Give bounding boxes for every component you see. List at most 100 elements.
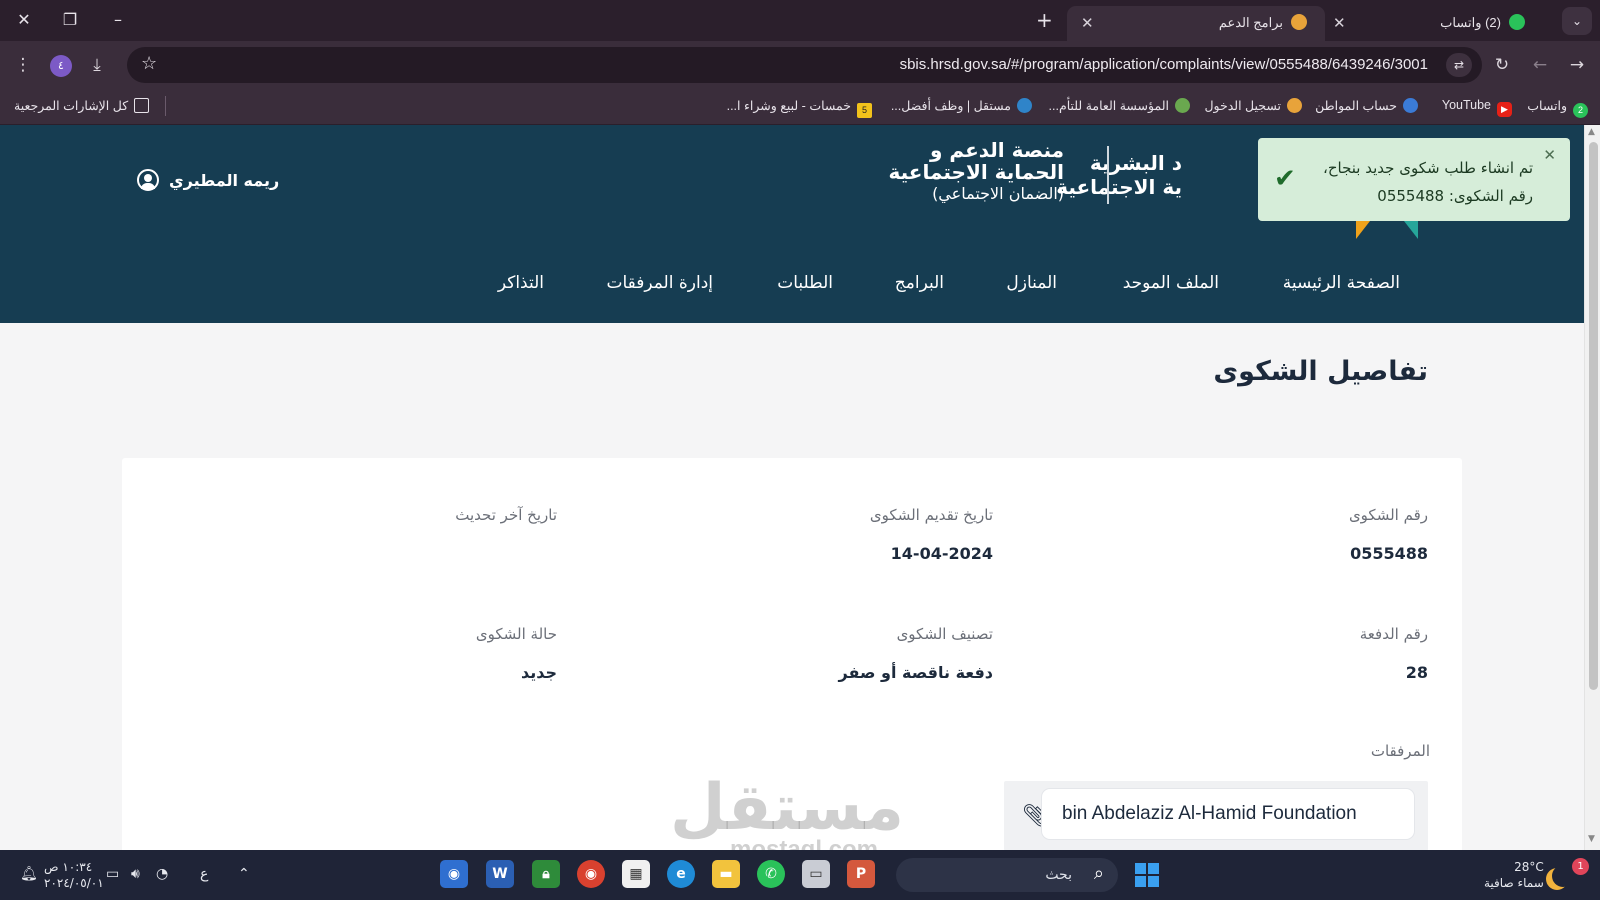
bookmark-khamsat[interactable]: 5 خمسات - لبيع وشراء ا... bbox=[727, 98, 872, 118]
success-toast: ✕ تم انشاء طلب شكوى جديد بنجاح، رقم الشك… bbox=[1258, 138, 1570, 221]
program-favicon-icon bbox=[1291, 14, 1307, 30]
nav-attachments-management[interactable]: إدارة المرفقات bbox=[606, 273, 713, 293]
weather-temperature: 28°C bbox=[1514, 860, 1544, 874]
tray-chevron-up-icon[interactable]: ⌃ bbox=[238, 866, 250, 882]
taskbar-search[interactable]: ⌕ بحث bbox=[896, 858, 1118, 892]
field-last-update: تاريخ آخر تحديث bbox=[455, 506, 557, 544]
app-pre-icon[interactable]: P bbox=[847, 860, 875, 888]
nav-home[interactable]: الصفحة الرئيسية bbox=[1283, 273, 1400, 293]
tab-support-programs[interactable]: ✕ برامج الدعم bbox=[1067, 6, 1325, 41]
scroll-down-icon[interactable]: ▼ bbox=[1588, 834, 1595, 844]
nav-tickets[interactable]: التذاكر bbox=[498, 273, 544, 293]
bookmark-label: واتساب bbox=[1527, 99, 1567, 113]
field-value: 14-04-2024 bbox=[890, 544, 993, 563]
whatsapp-taskbar-icon[interactable]: ✆ bbox=[757, 860, 785, 888]
address-bar[interactable]: ☆ sbis.hrsd.gov.sa/#/program/application… bbox=[127, 47, 1482, 83]
nav-programs[interactable]: البرامج bbox=[895, 273, 944, 293]
field-value: 0555488 bbox=[1350, 544, 1428, 563]
back-arrow-icon[interactable]: ← bbox=[1527, 53, 1553, 77]
bookmark-label: مستقل | وظف أفضل... bbox=[890, 99, 1011, 113]
download-icon[interactable]: ⤓ bbox=[84, 53, 110, 77]
attachment-item[interactable]: bin Abdelaziz Al-Hamid Foundation bbox=[1042, 789, 1414, 839]
edge-icon[interactable]: e bbox=[667, 860, 695, 888]
nav-households[interactable]: المنازل bbox=[1006, 273, 1057, 293]
store-icon[interactable]: ▦ bbox=[622, 860, 650, 888]
browser-toolbar: ⋮ ٤ ⤓ ☆ sbis.hrsd.gov.sa/#/program/appli… bbox=[0, 41, 1600, 89]
bookmark-all-bookmarks[interactable]: كل الإشارات المرجعية bbox=[14, 98, 150, 113]
field-label: حالة الشكوى bbox=[475, 625, 557, 643]
url-text[interactable]: sbis.hrsd.gov.sa/#/program/application/c… bbox=[900, 56, 1428, 73]
platform-name-line2: الحماية الاجتماعية bbox=[888, 160, 1065, 184]
user-name: ريمه المطيري bbox=[169, 170, 280, 190]
field-value: جديد bbox=[520, 663, 557, 682]
new-tab-button[interactable]: + bbox=[1036, 8, 1053, 32]
platform-name[interactable]: منصة الدعم و الحماية الاجتماعية (الضمان … bbox=[889, 139, 1065, 205]
site-settings-icon[interactable]: ⇄ bbox=[1446, 53, 1472, 77]
bookmark-citizen-account[interactable]: حساب المواطن bbox=[1315, 98, 1418, 113]
tab-whatsapp[interactable]: ✕ (2) واتساب bbox=[1325, 6, 1535, 41]
bookmark-gosi[interactable]: المؤسسة العامة للتأم... bbox=[1049, 98, 1190, 113]
attachment-name[interactable]: bin Abdelaziz Al-Hamid Foundation bbox=[1062, 803, 1357, 825]
field-payment-number: رقم الدفعة 28 bbox=[1360, 625, 1428, 682]
windows-taskbar: 🔔︎ ١٠:٣٤ ص ٢٠٢٤/٠٥/٠١ ▭ 🔊︎ ◔ ع ⌃ ◉ W 🔒︎ … bbox=[0, 850, 1600, 900]
wifi-icon[interactable]: ◔ bbox=[156, 866, 168, 882]
reload-icon[interactable]: ↻ bbox=[1489, 53, 1515, 77]
bookmark-whatsapp[interactable]: 2 واتساب bbox=[1527, 98, 1588, 118]
toast-message-line1: تم انشاء طلب شكوى جديد بنجاح، bbox=[1323, 159, 1533, 177]
check-icon: ✔ bbox=[1274, 164, 1296, 194]
toast-close-icon[interactable]: ✕ bbox=[1543, 146, 1556, 164]
nav-requests[interactable]: الطلبات bbox=[777, 273, 833, 293]
platform-name-line3: (الضمان الاجتماعي) bbox=[932, 184, 1064, 203]
task-view-icon[interactable]: ▭ bbox=[802, 860, 830, 888]
word-icon[interactable]: W bbox=[486, 860, 514, 888]
moon-weather-icon bbox=[1552, 865, 1574, 887]
volume-icon[interactable]: 🔊︎ bbox=[131, 866, 140, 882]
bookmark-star-icon[interactable]: ☆ bbox=[141, 53, 157, 74]
bookmark-login[interactable]: تسجيل الدخول bbox=[1204, 98, 1302, 113]
window-restore-icon[interactable]: ❐ bbox=[54, 7, 86, 33]
scroll-up-icon[interactable]: ▲ bbox=[1588, 127, 1595, 137]
bookmark-mostaql[interactable]: مستقل | وظف أفضل... bbox=[891, 98, 1032, 113]
field-complaint-status: حالة الشكوى جديد bbox=[476, 625, 557, 682]
profile-avatar[interactable]: ٤ bbox=[50, 55, 72, 77]
clock-time: ١٠:٣٤ ص bbox=[44, 860, 93, 874]
input-language[interactable]: ع bbox=[200, 866, 208, 882]
widget-notification-badge: 1 bbox=[1572, 858, 1589, 875]
bookmark-label: YouTube bbox=[1441, 98, 1491, 112]
field-complaint-number: رقم الشكوى 0555488 bbox=[1349, 506, 1428, 563]
file-explorer-icon[interactable]: ▬ bbox=[712, 860, 740, 888]
bookmarks-bar: 2 واتساب ▶ YouTube حساب المواطن تسجيل الدخ… bbox=[0, 89, 1600, 125]
gosi-icon bbox=[1175, 98, 1190, 113]
tab-close-icon[interactable]: ✕ bbox=[1333, 14, 1346, 32]
platform-name-line1: منصة الدعم و bbox=[929, 138, 1064, 162]
scrollbar-thumb[interactable] bbox=[1589, 142, 1598, 690]
field-label: تصنيف الشكوى bbox=[896, 625, 993, 643]
notification-bell-icon[interactable]: 🔔︎ bbox=[20, 866, 38, 882]
watermark-main-text: مستقل bbox=[669, 771, 904, 845]
browser-tab-strip: ✕ ❐ – + ✕ برامج الدعم ✕ (2) واتساب ⌄ bbox=[0, 0, 1600, 41]
tab-search-chevron-icon[interactable]: ⌄ bbox=[1562, 7, 1592, 35]
page-scrollbar[interactable]: ▲ ▼ bbox=[1584, 125, 1600, 850]
windows-start-icon[interactable] bbox=[1135, 863, 1159, 887]
toast-message: تم انشاء طلب شكوى جديد بنجاح، رقم الشكوى… bbox=[1323, 154, 1533, 210]
window-minimize-icon[interactable]: – bbox=[102, 7, 134, 33]
field-label: تاريخ آخر تحديث bbox=[455, 506, 557, 524]
logo-teal-shape bbox=[1404, 221, 1418, 239]
tab-title: (2) واتساب bbox=[1440, 15, 1501, 30]
brand-divider bbox=[1107, 146, 1109, 204]
menu-kebab-icon[interactable]: ⋮ bbox=[10, 53, 36, 77]
user-menu[interactable]: ريمه المطيري bbox=[137, 169, 279, 191]
chrome-icon[interactable]: ◉ bbox=[577, 860, 605, 888]
weather-widget[interactable]: 28°C سماء صافية bbox=[1484, 859, 1544, 891]
bookmark-youtube[interactable]: ▶ YouTube bbox=[1442, 98, 1512, 117]
bookmark-label: خمسات - لبيع وشراء ا... bbox=[726, 99, 851, 113]
chrome-profile-taskbar-icon[interactable]: ◉ bbox=[440, 860, 468, 888]
tab-close-icon[interactable]: ✕ bbox=[1081, 14, 1094, 32]
lock-app-icon[interactable]: 🔒︎ bbox=[532, 860, 560, 888]
nav-unified-file[interactable]: الملف الموحد bbox=[1123, 273, 1219, 293]
window-close-icon[interactable]: ✕ bbox=[8, 7, 40, 33]
forward-arrow-icon[interactable]: → bbox=[1564, 53, 1590, 77]
field-complaint-category: تصنيف الشكوى دفعة ناقصة أو صفر bbox=[839, 625, 993, 682]
battery-icon[interactable]: ▭ bbox=[106, 866, 119, 882]
system-clock[interactable]: ١٠:٣٤ ص ٢٠٢٤/٠٥/٠١ bbox=[44, 859, 104, 891]
